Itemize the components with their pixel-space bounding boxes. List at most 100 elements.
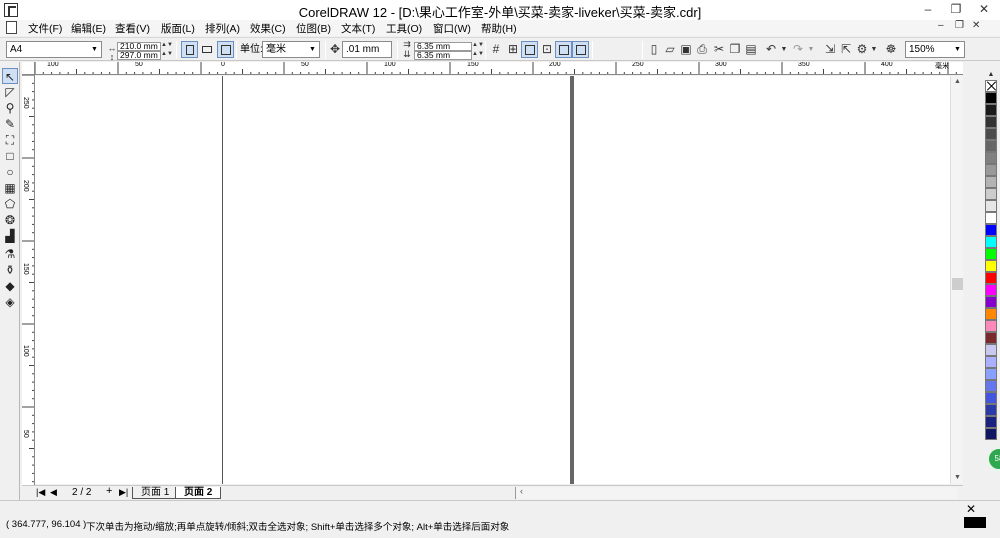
spin-icon[interactable]: ▲▼	[161, 41, 173, 50]
color-swatch[interactable]	[985, 200, 997, 212]
color-swatch[interactable]	[985, 116, 997, 128]
smart-fill-tool-icon[interactable]: ⛶	[2, 132, 18, 148]
color-swatch[interactable]	[985, 212, 997, 224]
shape-tool-icon[interactable]: ◸	[2, 84, 18, 100]
spin-icon[interactable]: ▲▼	[472, 41, 484, 50]
color-swatch[interactable]	[985, 260, 997, 272]
prev-page-button[interactable]: ◀	[50, 487, 57, 498]
no-color-swatch[interactable]	[985, 80, 997, 92]
scroll-down-icon[interactable]: ▼	[951, 472, 964, 484]
portrait-button[interactable]	[181, 41, 198, 58]
save-icon[interactable]: ▣	[678, 41, 694, 58]
color-swatch[interactable]	[985, 92, 997, 104]
doc-minimize-button[interactable]: –	[938, 20, 944, 31]
page-tab-1[interactable]: 页面 1	[132, 487, 179, 499]
ellipse-tool-icon[interactable]: ○	[2, 164, 18, 180]
outline-tool-icon[interactable]: ⚱	[2, 262, 18, 278]
color-swatch[interactable]	[985, 188, 997, 200]
snap-grid-icon[interactable]: #	[488, 41, 504, 58]
menu-view[interactable]: 查看(V)	[115, 21, 150, 36]
eyedropper-tool-icon[interactable]: ⚗	[2, 246, 18, 262]
menu-effects[interactable]: 效果(C)	[250, 21, 286, 36]
zoom-tool-icon[interactable]: ⚲	[2, 100, 18, 116]
pick-tool-icon[interactable]: ↖	[2, 68, 18, 84]
color-swatch[interactable]	[985, 308, 997, 320]
interactive-blend-tool-icon[interactable]: ▟	[2, 228, 18, 244]
menu-window[interactable]: 窗口(W)	[433, 21, 471, 36]
document-icon[interactable]	[6, 21, 17, 34]
duplicate-y-field[interactable]: 6.35 mm	[414, 51, 472, 60]
color-swatch[interactable]	[985, 152, 997, 164]
menu-arrange[interactable]: 排列(A)	[205, 21, 240, 36]
menu-edit[interactable]: 编辑(E)	[71, 21, 106, 36]
new-icon[interactable]: ▯	[646, 41, 662, 58]
color-swatch[interactable]	[985, 392, 997, 404]
color-swatch[interactable]	[985, 176, 997, 188]
menu-bitmaps[interactable]: 位图(B)	[296, 21, 331, 36]
print-icon[interactable]: ⎙	[694, 41, 710, 58]
add-page-button[interactable]: +	[106, 485, 112, 497]
scroll-up-icon[interactable]: ▲	[951, 76, 964, 88]
open-icon[interactable]: ▱	[662, 41, 678, 58]
doc-restore-button[interactable]: ❐	[955, 20, 964, 31]
vertical-ruler[interactable]: 250 200 150 100 50	[22, 75, 35, 485]
basic-shapes-tool-icon[interactable]: ⬠	[2, 196, 18, 212]
color-swatch[interactable]	[985, 368, 997, 380]
snap-objects-button[interactable]	[521, 41, 538, 58]
color-swatch[interactable]	[985, 320, 997, 332]
nudge-field[interactable]: .01 mm	[342, 41, 392, 58]
horizontal-scrollbar[interactable]: ‹	[515, 486, 957, 499]
restore-button[interactable]: ❐	[942, 0, 970, 20]
export-icon[interactable]: ⇱	[838, 41, 854, 58]
snap-guidelines-icon[interactable]: ⊞	[505, 41, 521, 58]
color-swatch[interactable]	[985, 236, 997, 248]
color-swatch[interactable]	[985, 416, 997, 428]
copy-icon[interactable]: ❐	[727, 41, 743, 58]
cut-icon[interactable]: ✂	[711, 41, 727, 58]
color-swatch[interactable]	[985, 344, 997, 356]
menu-help[interactable]: 帮助(H)	[481, 21, 517, 36]
chevron-down-icon[interactable]: ▼	[866, 41, 882, 58]
menu-tools[interactable]: 工具(O)	[386, 21, 422, 36]
vertical-scrollbar[interactable]: ▲ ▼	[950, 76, 963, 484]
color-swatch[interactable]	[985, 356, 997, 368]
doc-close-button[interactable]: ✕	[972, 20, 980, 31]
scroll-thumb[interactable]	[952, 278, 963, 290]
draw-hidden-button[interactable]	[572, 41, 589, 58]
color-swatch[interactable]	[985, 272, 997, 284]
chevron-down-icon[interactable]: ▼	[803, 41, 819, 58]
next-page-button[interactable]: ▶|	[119, 487, 128, 498]
fill-tool-icon[interactable]: ◆	[2, 278, 18, 294]
menu-file[interactable]: 文件(F)	[28, 21, 62, 36]
paper-size-select[interactable]: A4 ▼	[6, 41, 102, 58]
drawing-canvas[interactable]	[35, 76, 950, 484]
close-button[interactable]: ✕	[970, 0, 998, 20]
first-page-button[interactable]: |◀	[36, 487, 45, 498]
landscape-button[interactable]	[198, 41, 215, 58]
rectangle-tool-icon[interactable]: □	[2, 148, 18, 164]
color-swatch[interactable]	[985, 380, 997, 392]
palette-scroll-up-icon[interactable]: ▲	[985, 70, 997, 80]
color-swatch[interactable]	[985, 296, 997, 308]
horizontal-ruler[interactable]: 100 50 0 50 100 150 200 250 300 350 400 …	[35, 62, 963, 75]
color-swatch[interactable]	[985, 248, 997, 260]
units-select[interactable]: 毫米 ▼	[262, 41, 320, 58]
color-swatch[interactable]	[985, 164, 997, 176]
graph-paper-tool-icon[interactable]: ▦	[2, 180, 18, 196]
interactive-fill-tool-icon[interactable]: ◈	[2, 294, 18, 310]
page-height-field[interactable]: 297.0 mm	[117, 51, 161, 60]
minimize-button[interactable]: –	[914, 0, 942, 20]
menu-layout[interactable]: 版面(L)	[161, 21, 195, 36]
scroll-left-icon[interactable]: ‹	[520, 486, 523, 496]
dynamic-guides-icon[interactable]: ⊡	[539, 41, 555, 58]
corel-online-icon[interactable]: ☸	[883, 41, 899, 58]
color-swatch[interactable]	[985, 428, 997, 440]
color-swatch[interactable]	[985, 404, 997, 416]
color-swatch[interactable]	[985, 128, 997, 140]
all-pages-button[interactable]	[217, 41, 234, 58]
spin-icon[interactable]: ▲▼	[472, 50, 484, 59]
treat-as-filled-button[interactable]	[555, 41, 572, 58]
page-tab-2[interactable]: 页面 2	[175, 487, 222, 499]
spin-icon[interactable]: ▲▼	[161, 50, 173, 59]
color-swatch[interactable]	[985, 332, 997, 344]
